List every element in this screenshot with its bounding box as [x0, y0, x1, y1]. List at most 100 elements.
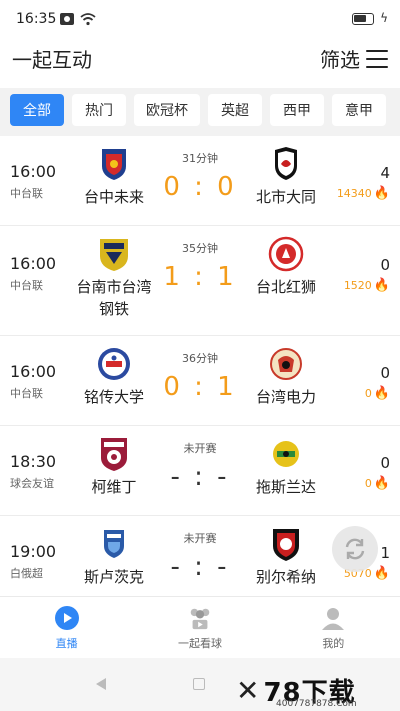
tab-all[interactable]: 全部: [10, 94, 64, 126]
status-time: 16:35: [16, 11, 57, 27]
match-count: 0: [380, 454, 390, 472]
filter-label: 筛选: [320, 48, 360, 72]
status-icons: [60, 12, 96, 26]
bottom-nav: 直播 一起看球 我的: [0, 596, 400, 658]
nav-mine-label: 我的: [322, 636, 345, 650]
home-team-name: 柯维丁: [91, 478, 137, 496]
match-score: 1 : 1: [163, 262, 237, 292]
home-icon[interactable]: [193, 678, 205, 690]
match-league: 白俄超: [10, 567, 43, 580]
home-team-badge-icon: [96, 526, 132, 562]
group-watch-icon: [187, 605, 213, 631]
match-time: 16:00: [10, 162, 57, 181]
match-time: 19:00: [10, 542, 57, 561]
tab-champions-league[interactable]: 欧冠杯: [134, 94, 200, 126]
home-team: 柯维丁: [72, 436, 156, 498]
away-team-name: 台北红狮: [255, 278, 316, 296]
home-team: 台中未来: [72, 146, 156, 208]
match-time: 18:30: [10, 452, 57, 471]
match-league: 球会友谊: [10, 477, 54, 490]
nav-mine[interactable]: 我的: [267, 597, 400, 658]
home-team-badge-icon: [96, 236, 132, 272]
heat-value: 1520: [343, 279, 372, 292]
away-team-badge-icon: [268, 346, 304, 382]
match-count: 1: [380, 544, 390, 562]
charging-icon: ϟ: [380, 11, 388, 25]
match-heat: 0 🔥: [365, 476, 390, 491]
match-score: 0 : 0: [163, 172, 237, 202]
watermark-url: 4007787878.Com: [276, 699, 357, 709]
heat-value: 14340: [336, 187, 372, 200]
home-team-badge-icon: [96, 436, 132, 472]
fire-icon: 🔥: [373, 476, 390, 491]
battery-icon: [352, 13, 374, 25]
home-team-name: 台中未来: [83, 188, 144, 206]
match-time: 16:00: [10, 362, 57, 381]
fire-icon: 🔥: [373, 278, 390, 293]
match-row[interactable]: 16:00 中台联 台南市台湾钢铁 35分钟 1 : 1 台北红狮 0 1520…: [0, 226, 400, 336]
refresh-icon: [345, 538, 365, 560]
fire-icon: 🔥: [373, 566, 390, 581]
back-icon[interactable]: [96, 678, 106, 690]
away-team: 台北红狮: [244, 236, 328, 298]
home-team: 台南市台湾钢铁: [72, 236, 156, 320]
away-team-name: 北市大同: [255, 188, 316, 206]
league-tabs: 全部 热门 欧冠杯 英超 西甲 意甲: [0, 88, 400, 136]
home-team-badge-icon: [96, 146, 132, 182]
match-heat: 14340 🔥: [337, 186, 390, 201]
match-heat: 1520 🔥: [344, 278, 390, 293]
message-icon: [60, 13, 74, 25]
tab-serie-a[interactable]: 意甲: [332, 94, 386, 126]
status-bar: 16:35 ϟ: [0, 0, 400, 40]
play-icon: [54, 605, 80, 631]
filter-button[interactable]: 筛选: [320, 44, 388, 73]
menu-icon: [366, 49, 388, 68]
refresh-button[interactable]: [332, 526, 378, 572]
home-team-badge-icon: [96, 346, 132, 382]
away-team-name: 别尔希纳: [255, 568, 316, 586]
match-score: 0 : 1: [163, 372, 237, 402]
home-team-name: 斯卢茨克: [83, 568, 144, 586]
nav-live[interactable]: 直播: [0, 597, 133, 658]
away-team-badge-icon: [268, 236, 304, 272]
away-team-badge-icon: [268, 436, 304, 472]
match-heat: 0 🔥: [365, 386, 390, 401]
away-team-name: 拖斯兰达: [255, 478, 316, 496]
match-status: 未开赛: [183, 442, 217, 455]
away-team-badge-icon: [268, 526, 304, 562]
match-score: - : -: [170, 462, 230, 492]
match-league: 中台联: [10, 279, 43, 292]
heat-value: 0: [364, 477, 372, 490]
heat-value: 0: [364, 387, 372, 400]
match-status: 31分钟: [182, 152, 218, 165]
home-team: 斯卢茨克: [72, 526, 156, 588]
home-team: 铭传大学: [72, 346, 156, 408]
match-time: 16:00: [10, 254, 57, 273]
away-team: 台湾电力: [244, 346, 328, 408]
match-list: 16:00 中台联 台中未来 31分钟 0 : 0 北市大同 4 14340 🔥 …: [0, 136, 400, 596]
profile-icon: [320, 605, 346, 631]
away-team: 拖斯兰达: [244, 436, 328, 498]
match-row[interactable]: 16:00 中台联 台中未来 31分钟 0 : 0 北市大同 4 14340 🔥: [0, 136, 400, 226]
watermark-logo-icon: ✕: [236, 674, 260, 707]
nav-watch-together[interactable]: 一起看球: [133, 597, 266, 658]
match-count: 0: [380, 256, 390, 274]
match-count: 0: [380, 364, 390, 382]
wifi-icon: [80, 13, 96, 26]
nav-live-label: 直播: [55, 636, 78, 650]
nav-watch-together-label: 一起看球: [177, 636, 222, 650]
away-team-badge-icon: [268, 146, 304, 182]
tab-premier-league[interactable]: 英超: [208, 94, 262, 126]
match-row[interactable]: 18:30 球会友谊 柯维丁 未开赛 - : - 拖斯兰达 0 0 🔥: [0, 426, 400, 516]
match-status: 35分钟: [182, 242, 218, 255]
match-row[interactable]: 16:00 中台联 铭传大学 36分钟 0 : 1 台湾电力 0 0 🔥: [0, 336, 400, 426]
match-count: 4: [380, 164, 390, 182]
match-league: 中台联: [10, 187, 43, 200]
tab-hot[interactable]: 热门: [72, 94, 126, 126]
match-status: 未开赛: [183, 532, 217, 545]
home-team-name: 台南市台湾钢铁: [76, 278, 152, 318]
fire-icon: 🔥: [373, 186, 390, 201]
page-title: 一起互动: [12, 48, 92, 72]
tab-la-liga[interactable]: 西甲: [270, 94, 324, 126]
header: 一起互动 筛选: [0, 40, 400, 80]
